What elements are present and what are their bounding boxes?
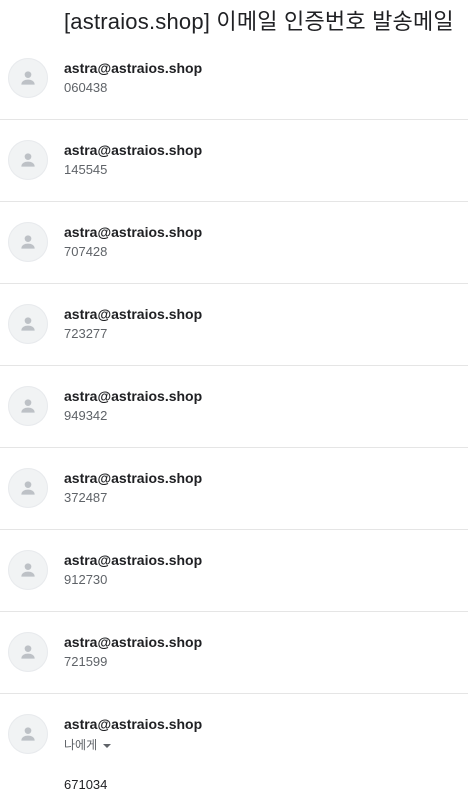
message-collapsed[interactable]: astra@astraios.shop 707428 bbox=[0, 202, 468, 284]
message-collapsed[interactable]: astra@astraios.shop 721599 bbox=[0, 612, 468, 694]
message-expanded: astra@astraios.shop 나에게 671034 bbox=[0, 694, 468, 799]
sender-address: astra@astraios.shop bbox=[64, 470, 203, 486]
person-icon bbox=[21, 563, 35, 577]
message-snippet: 707428 bbox=[64, 244, 108, 259]
message-collapsed[interactable]: astra@astraios.shop 372487 bbox=[0, 448, 468, 530]
person-icon bbox=[21, 727, 35, 741]
thread-subject: [astraios.shop] 이메일 인증번호 발송메일 bbox=[64, 9, 454, 34]
sender-address: astra@astraios.shop bbox=[64, 388, 203, 404]
person-icon bbox=[21, 645, 35, 659]
message-body: 671034 bbox=[64, 777, 108, 792]
avatar bbox=[8, 468, 48, 508]
message-collapsed[interactable]: astra@astraios.shop 060438 bbox=[0, 38, 468, 120]
message-snippet: 912730 bbox=[64, 572, 108, 587]
message-snippet: 060438 bbox=[64, 80, 108, 95]
avatar bbox=[8, 632, 48, 672]
avatar bbox=[8, 140, 48, 180]
sender-address: astra@astraios.shop bbox=[64, 224, 203, 240]
sender-address: astra@astraios.shop bbox=[64, 306, 203, 322]
email-thread-view: [astraios.shop] 이메일 인증번호 발송메일 astra@astr… bbox=[0, 0, 468, 799]
avatar bbox=[8, 550, 48, 590]
avatar bbox=[8, 58, 48, 98]
person-icon bbox=[21, 317, 35, 331]
recipient-dropdown[interactable]: 나에게 bbox=[64, 736, 112, 753]
sender-address: astra@astraios.shop bbox=[64, 142, 203, 158]
sender-address: astra@astraios.shop bbox=[64, 552, 203, 568]
avatar bbox=[8, 304, 48, 344]
person-icon bbox=[21, 71, 35, 85]
recipient-label: 나에게 bbox=[64, 738, 98, 752]
message-snippet: 145545 bbox=[64, 162, 108, 177]
sender-address: astra@astraios.shop bbox=[64, 634, 203, 650]
message-collapsed[interactable]: astra@astraios.shop 145545 bbox=[0, 120, 468, 202]
message-collapsed[interactable]: astra@astraios.shop 723277 bbox=[0, 284, 468, 366]
person-icon bbox=[21, 481, 35, 495]
avatar bbox=[8, 714, 48, 754]
message-collapsed[interactable]: astra@astraios.shop 912730 bbox=[0, 530, 468, 612]
message-list: astra@astraios.shop 060438 astra@astraio… bbox=[0, 38, 468, 799]
avatar bbox=[8, 222, 48, 262]
avatar bbox=[8, 386, 48, 426]
sender-address: astra@astraios.shop bbox=[64, 716, 203, 732]
message-collapsed[interactable]: astra@astraios.shop 949342 bbox=[0, 366, 468, 448]
message-snippet: 949342 bbox=[64, 408, 108, 423]
person-icon bbox=[21, 153, 35, 167]
message-snippet: 723277 bbox=[64, 326, 108, 341]
caret-down-icon[interactable] bbox=[103, 743, 112, 748]
message-snippet: 721599 bbox=[64, 654, 108, 669]
sender-address: astra@astraios.shop bbox=[64, 60, 203, 76]
person-icon bbox=[21, 235, 35, 249]
person-icon bbox=[21, 399, 35, 413]
message-snippet: 372487 bbox=[64, 490, 108, 505]
